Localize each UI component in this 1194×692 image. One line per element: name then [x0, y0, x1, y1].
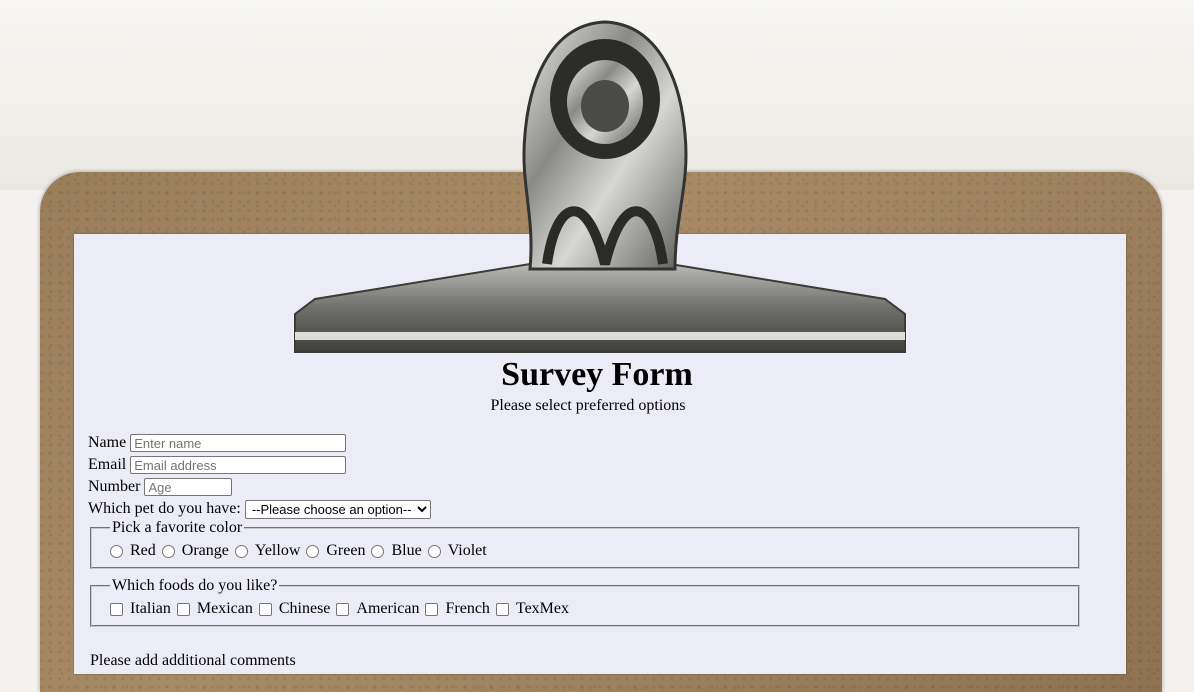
- checkbox-icon[interactable]: [176, 602, 190, 616]
- food-option-texmex[interactable]: TexMex: [495, 600, 570, 618]
- email-input[interactable]: [130, 456, 347, 474]
- survey-form: Name Email Number Which pet do you have:…: [88, 432, 1088, 627]
- page-title: Survey Form: [501, 356, 693, 393]
- email-label: Email: [88, 456, 127, 473]
- number-label: Number: [88, 478, 141, 495]
- food-label: French: [445, 600, 490, 617]
- color-option-yellow[interactable]: Yellow: [234, 542, 301, 560]
- pet-label: Which pet do you have:: [88, 500, 241, 517]
- food-label: Italian: [130, 600, 171, 617]
- color-label: Yellow: [254, 542, 301, 559]
- radio-icon[interactable]: [371, 544, 385, 558]
- food-label: Chinese: [278, 600, 331, 617]
- food-options: Italian Mexican Chinese American French …: [110, 600, 1060, 618]
- color-legend: Pick a favorite color: [112, 519, 243, 536]
- foods-legend: Which foods do you like?: [112, 577, 278, 594]
- checkbox-icon[interactable]: [336, 602, 350, 616]
- color-option-red[interactable]: Red: [110, 542, 156, 560]
- number-row: Number: [88, 476, 1088, 498]
- color-option-orange[interactable]: Orange: [161, 542, 229, 560]
- color-option-violet[interactable]: Violet: [427, 542, 487, 560]
- radio-icon[interactable]: [306, 544, 320, 558]
- checkbox-icon[interactable]: [258, 602, 272, 616]
- food-option-french[interactable]: French: [425, 600, 490, 618]
- name-label: Name: [88, 434, 127, 451]
- color-options: Red Orange Yellow Green Blue Violet: [110, 542, 1060, 560]
- checkbox-icon[interactable]: [495, 602, 509, 616]
- foods-fieldset: Which foods do you like? Italian Mexican…: [90, 577, 1080, 627]
- radio-icon[interactable]: [110, 544, 123, 558]
- checkbox-icon[interactable]: [110, 602, 123, 616]
- radio-icon[interactable]: [427, 544, 441, 558]
- color-option-green[interactable]: Green: [306, 542, 365, 560]
- color-label: Red: [130, 542, 156, 559]
- comments-label-partial: Please add additional comments: [90, 652, 296, 669]
- pet-select[interactable]: --Please choose an option--: [244, 499, 431, 519]
- color-label: Green: [326, 542, 366, 559]
- food-label: TexMex: [515, 600, 570, 617]
- email-row: Email: [88, 454, 1088, 476]
- color-fieldset: Pick a favorite color Red Orange Yellow …: [90, 519, 1080, 569]
- food-option-american[interactable]: American: [336, 600, 419, 618]
- food-label: Mexican: [196, 600, 253, 617]
- food-option-italian[interactable]: Italian: [110, 600, 171, 618]
- number-input[interactable]: [144, 478, 233, 496]
- clip-image: [294, 20, 906, 353]
- page-subtitle: Please select preferred options: [490, 397, 686, 414]
- color-option-blue[interactable]: Blue: [371, 542, 422, 560]
- color-label: Blue: [391, 542, 422, 559]
- food-label: American: [356, 600, 420, 617]
- name-row: Name: [88, 432, 1088, 454]
- food-option-mexican[interactable]: Mexican: [176, 600, 253, 618]
- radio-icon[interactable]: [234, 544, 248, 558]
- color-label: Violet: [447, 542, 487, 559]
- radio-icon[interactable]: [161, 544, 175, 558]
- checkbox-icon[interactable]: [425, 602, 439, 616]
- name-input[interactable]: [130, 434, 347, 452]
- color-label: Orange: [181, 542, 229, 559]
- pet-row: Which pet do you have: --Please choose a…: [88, 498, 1088, 520]
- food-option-chinese[interactable]: Chinese: [258, 600, 331, 618]
